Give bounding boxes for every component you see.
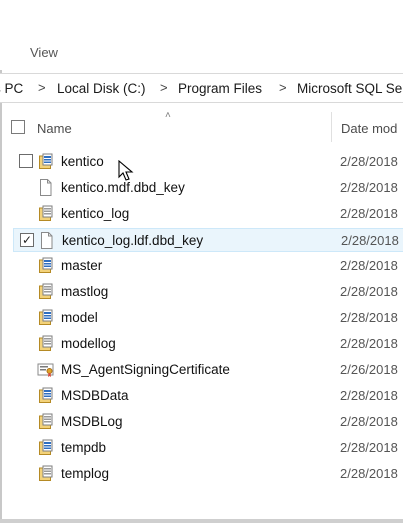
generic-file-icon	[38, 232, 55, 249]
file-row[interactable]: MS_AgentSigningCertificate 2/26/2018	[13, 358, 403, 382]
column-header-name[interactable]: Name	[37, 121, 72, 136]
row-checkbox-checked[interactable]: ✓	[20, 233, 34, 247]
file-name[interactable]: MSDBData	[61, 388, 129, 403]
breadcrumb-chevron-icon[interactable]: >	[279, 80, 287, 95]
file-row[interactable]: kentico_log 2/28/2018	[13, 202, 403, 226]
breadcrumb-microsoft-sql[interactable]: Microsoft SQL Se	[297, 81, 402, 96]
sql-data-file-icon	[37, 309, 54, 326]
breadcrumb-this-pc[interactable]: s PC	[0, 81, 23, 96]
file-row[interactable]: kentico.mdf.dbd_key 2/28/2018	[13, 176, 403, 200]
breadcrumb-local-disk[interactable]: Local Disk (C:)	[57, 81, 146, 96]
mouse-cursor-icon	[118, 160, 134, 181]
sql-log-file-icon	[37, 335, 54, 352]
row-checkbox[interactable]	[19, 154, 33, 168]
file-date-modified: 2/28/2018	[340, 466, 398, 481]
file-date-modified: 2/28/2018	[340, 310, 398, 325]
file-row[interactable]: templog 2/28/2018	[13, 462, 403, 486]
file-name[interactable]: kentico_log.ldf.dbd_key	[62, 233, 203, 248]
file-name[interactable]: templog	[61, 466, 109, 481]
file-row[interactable]: tempdb 2/28/2018	[13, 436, 403, 460]
file-name[interactable]: kentico_log	[61, 206, 129, 221]
breadcrumb-chevron-icon[interactable]: >	[160, 80, 168, 95]
certificate-file-icon	[37, 361, 54, 378]
file-row[interactable]: model 2/28/2018	[13, 306, 403, 330]
file-name[interactable]: model	[61, 310, 98, 325]
file-date-modified: 2/26/2018	[340, 362, 398, 377]
column-header-date-modified[interactable]: Date mod	[341, 121, 397, 136]
sql-data-file-icon	[37, 387, 54, 404]
sql-log-file-icon	[37, 205, 54, 222]
file-row[interactable]: ✓ kentico_log.ldf.dbd_key 2/28/2018	[13, 228, 403, 252]
sql-log-file-icon	[37, 413, 54, 430]
address-bar[interactable]: s PC > Local Disk (C:) > Program Files >…	[0, 73, 403, 103]
file-name[interactable]: tempdb	[61, 440, 106, 455]
file-row[interactable]: mastlog 2/28/2018	[13, 280, 403, 304]
breadcrumb-chevron-icon[interactable]: >	[38, 80, 46, 95]
window-bottom-edge	[0, 519, 403, 523]
file-date-modified: 2/28/2018	[340, 154, 398, 169]
file-row[interactable]: modellog 2/28/2018	[13, 332, 403, 356]
file-date-modified: 2/28/2018	[340, 414, 398, 429]
ribbon-tab-view[interactable]: View	[30, 45, 58, 60]
file-date-modified: 2/28/2018	[340, 180, 398, 195]
file-name[interactable]: master	[61, 258, 102, 273]
file-date-modified: 2/28/2018	[340, 284, 398, 299]
ribbon: View	[0, 0, 403, 70]
file-name[interactable]: mastlog	[61, 284, 108, 299]
file-date-modified: 2/28/2018	[341, 233, 399, 248]
file-row[interactable]: master 2/28/2018	[13, 254, 403, 278]
file-row[interactable]: MSDBLog 2/28/2018	[13, 410, 403, 434]
sort-up-icon: ˄	[165, 110, 171, 121]
sql-log-file-icon	[37, 465, 54, 482]
file-date-modified: 2/28/2018	[340, 336, 398, 351]
file-name[interactable]: MSDBLog	[61, 414, 123, 429]
sql-data-file-icon	[37, 257, 54, 274]
file-date-modified: 2/28/2018	[340, 258, 398, 273]
file-row[interactable]: MSDBData 2/28/2018	[13, 384, 403, 408]
file-name[interactable]: kentico	[61, 154, 104, 169]
file-name[interactable]: MS_AgentSigningCertificate	[61, 362, 230, 377]
sql-data-file-icon	[37, 153, 54, 170]
column-header: ˄ Name Date mod	[0, 110, 403, 144]
column-divider[interactable]	[331, 112, 332, 142]
generic-file-icon	[37, 179, 54, 196]
file-date-modified: 2/28/2018	[340, 440, 398, 455]
sql-data-file-icon	[37, 439, 54, 456]
sql-log-file-icon	[37, 283, 54, 300]
breadcrumb-program-files[interactable]: Program Files	[178, 81, 262, 96]
file-name[interactable]: kentico.mdf.dbd_key	[61, 180, 185, 195]
file-name[interactable]: modellog	[61, 336, 116, 351]
file-date-modified: 2/28/2018	[340, 206, 398, 221]
select-all-checkbox[interactable]	[11, 120, 25, 134]
file-date-modified: 2/28/2018	[340, 388, 398, 403]
file-row[interactable]: kentico 2/28/2018	[13, 150, 403, 174]
